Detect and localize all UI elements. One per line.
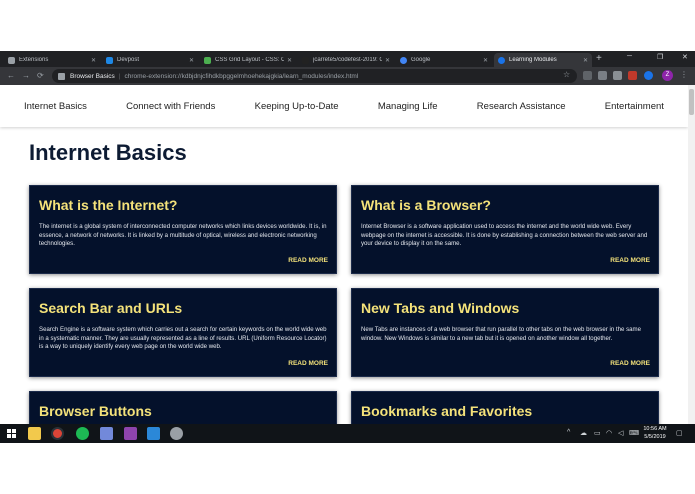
mdn-icon <box>204 56 211 64</box>
close-icon[interactable]: ✕ <box>189 57 194 64</box>
site-name: Browser Basics <box>70 72 115 80</box>
browser-tab-strip: Extensions ✕ Devpost ✕ CSS Grid Layout -… <box>0 51 695 67</box>
address-bar[interactable]: Browser Basics | chrome-extension://kdbj… <box>52 69 577 83</box>
nav-managing-life[interactable]: Managing Life <box>378 101 438 112</box>
new-tab-button[interactable]: + <box>596 54 602 64</box>
tab-label: CSS Grid Layout - CSS: Cas <box>215 57 284 63</box>
tab-label: Extensions <box>19 57 49 63</box>
profile-avatar[interactable]: Z <box>662 70 673 81</box>
windows-taskbar: ^ ☁ ▭ ◠ ◁ ⌨ 10:56 AM 5/5/2019 ▢ <box>0 424 695 443</box>
browser-toolbar: ← → ⟳ Browser Basics | chrome-extension:… <box>0 67 695 85</box>
tab-label: jcarrete5/codefest-2019: C <box>313 57 382 63</box>
spotify-icon[interactable] <box>76 427 89 440</box>
tab-google[interactable]: Google ✕ <box>396 53 492 67</box>
close-icon[interactable]: ✕ <box>287 57 292 64</box>
file-explorer-icon[interactable] <box>28 427 41 440</box>
tab-label: Learning Modules <box>509 57 557 63</box>
scrollbar-thumb[interactable] <box>689 89 694 115</box>
tab-extensions[interactable]: Extensions ✕ <box>4 53 100 67</box>
card-title: Browser Buttons <box>39 403 152 419</box>
volume-icon[interactable]: ◁ <box>618 429 623 437</box>
extension-button[interactable] <box>583 71 592 80</box>
close-icon[interactable]: ✕ <box>483 57 488 64</box>
google-icon <box>400 56 407 64</box>
github-icon <box>302 56 309 64</box>
nav-entertainment[interactable]: Entertainment <box>605 101 664 112</box>
module-card: What is the Internet? The internet is a … <box>29 185 337 274</box>
card-title: Bookmarks and Favorites <box>361 403 533 419</box>
cloud-icon[interactable]: ☁ <box>580 429 587 437</box>
close-icon[interactable]: ✕ <box>91 57 96 64</box>
extension-button[interactable] <box>628 71 637 80</box>
card-body: The internet is a global system of inter… <box>39 223 327 248</box>
read-more-link[interactable]: READ MORE <box>610 257 650 264</box>
module-card: Bookmarks and Favorites <box>351 391 659 424</box>
battery-icon[interactable]: ▭ <box>594 429 601 437</box>
puzzle-icon <box>8 56 15 64</box>
discord-icon[interactable] <box>100 427 113 440</box>
github-desktop-icon[interactable] <box>124 427 137 440</box>
bookmark-star-icon[interactable]: ☆ <box>563 70 570 79</box>
nav-connect-with-friends[interactable]: Connect with Friends <box>126 101 215 112</box>
menu-icon[interactable]: ⋮ <box>680 70 688 79</box>
card-title: What is the Internet? <box>39 197 178 213</box>
read-more-link[interactable]: READ MORE <box>610 360 650 367</box>
window-close-button[interactable]: ✕ <box>682 53 688 61</box>
chevron-up-icon[interactable]: ^ <box>567 429 570 436</box>
back-button[interactable]: ← <box>7 70 15 82</box>
notifications-icon[interactable]: ▢ <box>676 429 683 437</box>
wifi-icon[interactable]: ◠ <box>606 429 612 437</box>
taskbar-clock[interactable]: 10:56 AM 5/5/2019 <box>641 425 669 441</box>
close-icon[interactable]: ✕ <box>385 57 390 64</box>
module-card: Browser Buttons <box>29 391 337 424</box>
help-extension-icon[interactable] <box>644 71 653 80</box>
read-more-link[interactable]: READ MORE <box>288 257 328 264</box>
tab-learning-modules[interactable]: Learning Modules ✕ <box>494 53 592 67</box>
module-card: Search Bar and URLs Search Engine is a s… <box>29 288 337 377</box>
app-icon[interactable] <box>170 427 183 440</box>
url-text: chrome-extension://kdbjdnjcfihdkbpggelmh… <box>124 72 359 80</box>
extension-button[interactable] <box>613 71 622 80</box>
tab-label: Devpost <box>117 57 140 63</box>
chrome-icon[interactable] <box>51 427 64 440</box>
tab-label: Google <box>411 57 431 63</box>
reload-button[interactable]: ⟳ <box>37 70 44 82</box>
tab-devpost[interactable]: Devpost ✕ <box>102 53 198 67</box>
maximize-button[interactable]: ❐ <box>657 53 663 61</box>
card-title: Search Bar and URLs <box>39 300 183 316</box>
nav-keeping-up-to-date[interactable]: Keeping Up-to-Date <box>255 101 339 112</box>
vscode-icon[interactable] <box>147 427 160 440</box>
minimize-button[interactable]: ─ <box>627 53 632 60</box>
devpost-icon <box>106 56 113 64</box>
card-body: Search Engine is a software system which… <box>39 326 327 351</box>
tab-css-grid[interactable]: CSS Grid Layout - CSS: Cas ✕ <box>200 53 296 67</box>
page-scrollbar[interactable] <box>688 85 695 424</box>
tab-github[interactable]: jcarrete5/codefest-2019: C ✕ <box>298 53 394 67</box>
forward-button[interactable]: → <box>22 70 30 82</box>
screen-margin-bottom <box>0 443 695 494</box>
clock-time: 10:56 AM <box>643 426 667 432</box>
help-icon <box>498 56 505 64</box>
address-separator: | <box>118 72 121 80</box>
windows-start-icon[interactable] <box>7 429 16 438</box>
module-card: New Tabs and Windows New Tabs are instan… <box>351 288 659 377</box>
page-title: Internet Basics <box>29 140 187 165</box>
nav-internet-basics[interactable]: Internet Basics <box>24 101 87 112</box>
nav-research-assistance[interactable]: Research Assistance <box>477 101 566 112</box>
module-card: What is a Browser? Internet Browser is a… <box>351 185 659 274</box>
page-viewport: Internet Basics Connect with Friends Kee… <box>0 85 695 424</box>
extension-icon <box>58 72 65 80</box>
card-title: What is a Browser? <box>361 197 491 213</box>
close-icon[interactable]: ✕ <box>583 57 588 64</box>
read-more-link[interactable]: READ MORE <box>288 360 328 367</box>
keyboard-icon[interactable]: ⌨ <box>629 429 639 437</box>
site-nav: Internet Basics Connect with Friends Kee… <box>0 85 688 127</box>
card-body: New Tabs are instances of a web browser … <box>361 326 642 342</box>
extension-button[interactable] <box>598 71 607 80</box>
card-body: Internet Browser is a software applicati… <box>361 223 648 248</box>
clock-date: 5/5/2019 <box>644 434 666 440</box>
card-title: New Tabs and Windows <box>361 300 520 316</box>
screen-margin-top <box>0 0 695 51</box>
